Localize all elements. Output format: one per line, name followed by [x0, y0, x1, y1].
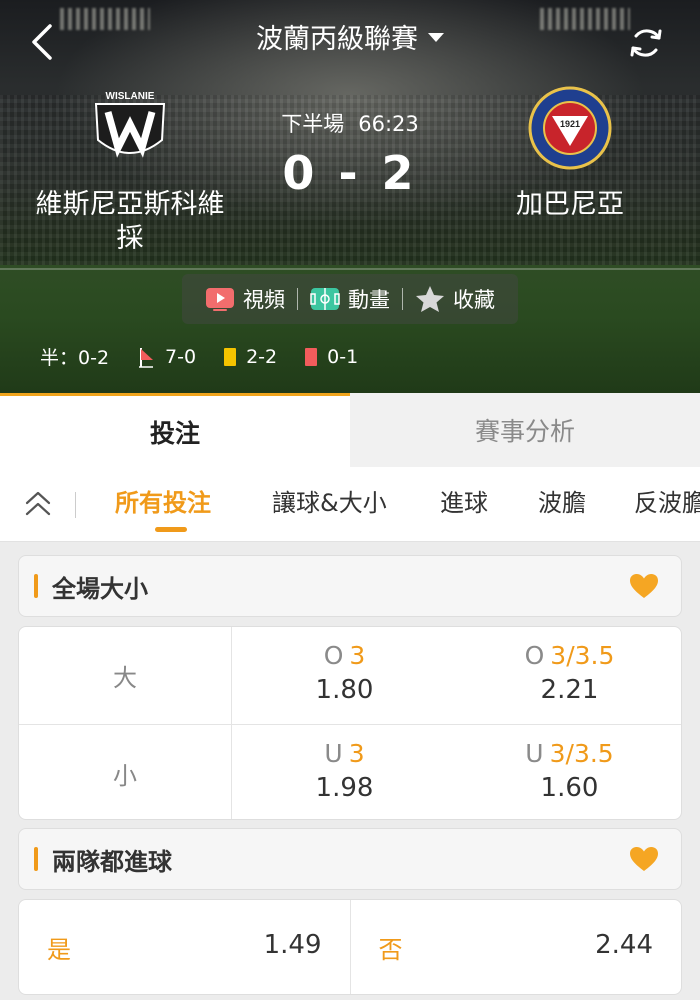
match-hero: 波蘭丙級聯賽 WISLANIE 1921 維斯尼亞斯科維採 加巴尼亞 下半場 66… — [0, 0, 700, 393]
tab-handicap-over-under[interactable]: 讓球&大小 — [272, 485, 387, 521]
video-label: 視頻 — [243, 288, 285, 312]
odds-cell-yes[interactable]: 是 1.49 — [19, 900, 350, 994]
divider — [297, 288, 298, 310]
row-label-under: 小 — [19, 725, 232, 819]
line-prefix: U — [525, 739, 544, 768]
market-title: 全場大小 — [52, 574, 148, 603]
home-logo-text: WISLANIE — [106, 91, 155, 102]
tab-correct-score[interactable]: 波膽 — [538, 485, 586, 521]
row-label-over: 大 — [19, 627, 232, 724]
table-row: 小 U3 1.98 U 3/3.5 1.60 — [19, 724, 681, 819]
red-card-icon — [305, 347, 318, 366]
line-value: 3 — [348, 739, 365, 768]
heart-icon[interactable] — [629, 846, 659, 872]
star-icon — [416, 286, 444, 312]
pitch-line — [0, 268, 700, 270]
animation-label: 動畫 — [348, 288, 390, 312]
half-time-score: 半：0-2 — [40, 343, 109, 370]
match-stats: 半：0-2 7-0 2-2 0-1 — [40, 343, 386, 370]
odds-cell[interactable]: U3 1.98 — [232, 725, 457, 819]
tab-match-analysis[interactable]: 賽事分析 — [350, 393, 700, 467]
odds-cell[interactable]: O3 1.80 — [232, 627, 457, 724]
match-clock: 66:23 — [358, 112, 419, 136]
divider — [75, 492, 76, 518]
active-tab-indicator — [155, 527, 187, 532]
animation-button[interactable]: 動畫 — [310, 284, 390, 314]
odds-value: 2.21 — [540, 675, 599, 705]
league-title[interactable]: 波蘭丙級聯賽 — [0, 20, 700, 60]
line-value: 3 — [349, 641, 366, 670]
market-header-btts[interactable]: 兩隊都進球 — [18, 828, 682, 890]
favorite-label: 收藏 — [453, 288, 495, 312]
corner-flag-icon — [139, 347, 154, 368]
tab-goals[interactable]: 進球 — [440, 485, 488, 521]
match-period: 下半場 — [281, 112, 345, 136]
pitch-animation-icon — [310, 288, 340, 310]
accent-bar — [34, 847, 38, 871]
option-label: 否 — [378, 936, 403, 964]
odds-value: 1.49 — [263, 930, 322, 960]
refresh-icon[interactable] — [627, 24, 665, 62]
video-icon — [206, 288, 234, 311]
video-button[interactable]: 視頻 — [205, 284, 285, 314]
red-cards-stat: 0-1 — [305, 346, 358, 368]
odds-value: 1.80 — [315, 675, 374, 705]
odds-value: 2.44 — [595, 930, 653, 960]
btts-table: 是 1.49 否 2.44 — [18, 899, 682, 995]
line-value: 3/3.5 — [550, 641, 615, 670]
line-prefix: U — [324, 739, 343, 768]
odds-cell[interactable]: U 3/3.5 1.60 — [457, 725, 681, 819]
away-team-logo: 1921 — [528, 86, 612, 170]
yellow-card-icon — [224, 347, 237, 366]
home-team-name: 維斯尼亞斯科維採 — [35, 189, 225, 254]
market-header-over-under[interactable]: 全場大小 — [18, 555, 682, 617]
option-label: 是 — [47, 936, 71, 964]
corners-value: 7-0 — [165, 345, 197, 368]
yellow-cards-value: 2-2 — [246, 345, 278, 368]
red-cards-value: 0-1 — [327, 345, 359, 368]
table-row: 大 O3 1.80 O 3/3.5 2.21 — [19, 627, 681, 724]
accent-bar — [34, 574, 38, 598]
main-tabs: 投注 賽事分析 — [0, 393, 700, 467]
odds-cell-no[interactable]: 否 2.44 — [349, 900, 682, 994]
tab-all-bets[interactable]: 所有投注 — [115, 485, 211, 521]
market-category-tabs: 所有投注 讓球&大小 進球 波膽 反波膽 — [0, 467, 700, 542]
half-time-text: 半：0-2 — [40, 347, 110, 369]
away-team-name: 加巴尼亞 — [516, 189, 624, 220]
corners-stat: 7-0 — [137, 346, 196, 368]
match-score: 0 - 2 — [282, 146, 418, 200]
divider — [402, 288, 403, 310]
away-logo-year: 1921 — [560, 119, 580, 129]
line-prefix: O — [323, 641, 344, 670]
odds-value: 1.98 — [315, 773, 374, 803]
collapse-all-icon[interactable] — [24, 489, 52, 519]
tab-betting[interactable]: 投注 — [0, 393, 350, 467]
media-bar: 視頻 動畫 收藏 — [182, 274, 518, 324]
tab-anti-correct-score[interactable]: 反波膽 — [634, 485, 700, 521]
over-under-table: 大 O3 1.80 O 3/3.5 2.21 小 U3 1.98 U 3/3.5 1… — [18, 626, 682, 820]
match-status: 下半場 66:23 — [250, 108, 450, 138]
odds-cell[interactable]: O 3/3.5 2.21 — [457, 627, 681, 724]
line-value: 3/3.5 — [549, 739, 614, 768]
line-prefix: O — [524, 641, 545, 670]
favorite-button[interactable]: 收藏 — [415, 284, 495, 314]
heart-icon[interactable] — [629, 573, 659, 599]
caret-down-icon — [428, 33, 444, 42]
home-team-logo: WISLANIE — [94, 91, 166, 158]
yellow-cards-stat: 2-2 — [224, 346, 277, 368]
market-title: 兩隊都進球 — [52, 847, 172, 876]
odds-value: 1.60 — [540, 773, 599, 803]
league-title-text: 波蘭丙級聯賽 — [256, 24, 418, 55]
